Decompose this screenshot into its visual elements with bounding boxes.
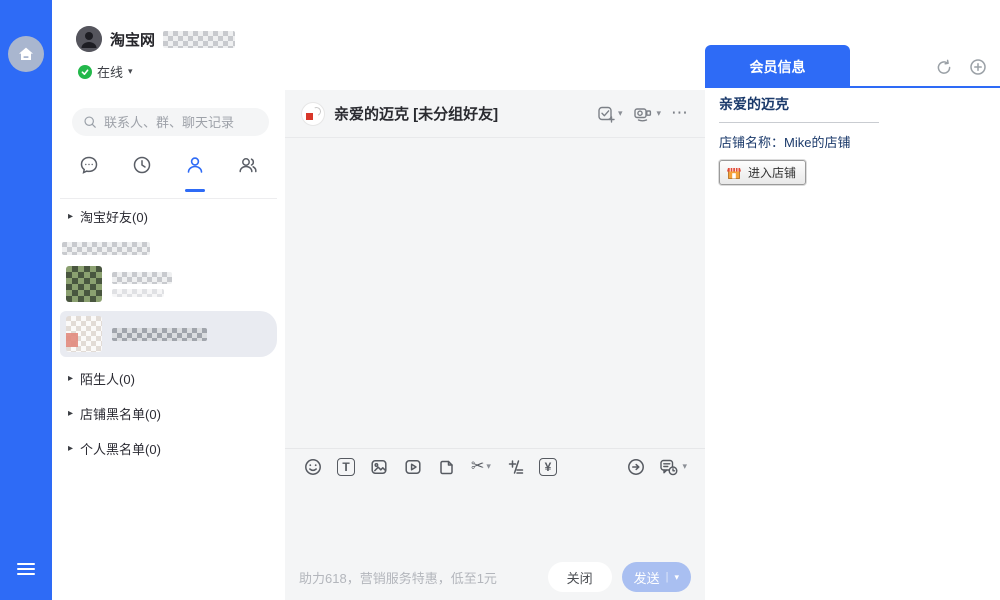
enter-shop-button[interactable]: 进入店铺 <box>719 160 806 185</box>
home-icon <box>16 44 36 64</box>
tab-accent-line <box>705 86 1000 88</box>
contact-row[interactable] <box>60 261 277 307</box>
tab-messages[interactable] <box>74 154 104 184</box>
send-label: 发送 <box>634 568 660 587</box>
chevron-down-icon: ▾ <box>656 109 661 118</box>
file-icon[interactable] <box>437 457 457 477</box>
create-task-button[interactable]: ▾ <box>596 104 623 124</box>
emoji-icon[interactable] <box>303 457 323 477</box>
chevron-down-icon: ▾ <box>682 462 687 471</box>
chevron-down-icon: ▾ <box>618 109 623 118</box>
menu-hamburger-icon[interactable] <box>17 560 35 578</box>
contact-name-censored <box>112 272 172 284</box>
triangle-right-icon: ▸ <box>68 374 73 384</box>
refresh-icon[interactable] <box>934 57 954 77</box>
send-options-caret[interactable]: ▾ <box>674 573 679 582</box>
enter-shop-label: 进入店铺 <box>748 164 796 181</box>
screenshot-scissors-icon[interactable]: ✂ ▾ <box>471 459 491 475</box>
divider <box>719 122 879 123</box>
text-format-icon[interactable]: T <box>337 458 355 476</box>
message-input[interactable] <box>285 484 705 556</box>
group-strangers[interactable]: ▸ 陌生人(0) <box>52 361 285 396</box>
add-panel-icon[interactable] <box>968 57 988 77</box>
input-toolbar: T ✂ ▾ ¥ <box>285 448 705 484</box>
chat-bubble-icon <box>78 154 100 176</box>
tab-contacts[interactable] <box>180 154 210 184</box>
triangle-right-icon: ▸ <box>68 212 73 222</box>
search-input[interactable] <box>104 115 259 130</box>
send-divider: | <box>666 571 669 583</box>
group-label: 陌生人(0) <box>80 369 135 388</box>
censored-group-row[interactable] <box>62 242 150 255</box>
group-personal-blacklist[interactable]: ▸ 个人黑名单(0) <box>52 431 285 466</box>
status-dropdown[interactable]: 在线 ▾ <box>78 62 133 81</box>
status-label: 在线 <box>97 62 123 81</box>
tab-member-info[interactable]: 会员信息 <box>705 45 850 88</box>
chevron-down-icon: ▾ <box>128 67 133 76</box>
forward-icon[interactable] <box>626 457 646 477</box>
group-label: 淘宝好友(0) <box>80 207 148 226</box>
member-info-panel: 会员信息 亲爱的迈克 店铺名称：Mike的店铺 进入店铺 <box>705 0 1000 600</box>
online-status-icon <box>78 65 92 79</box>
more-options-icon[interactable]: ⋯ <box>671 109 689 118</box>
storefront-icon <box>726 165 742 181</box>
search-icon <box>82 114 98 130</box>
contact-avatar <box>66 266 102 302</box>
triangle-right-icon: ▸ <box>68 444 73 454</box>
chat-area: 亲爱的迈克 [未分组好友] ▾ ▾ ⋯ T <box>285 90 705 600</box>
chat-peer-avatar <box>301 102 325 126</box>
contacts-tabs <box>52 154 285 184</box>
app-window: 帮助 | 皮肤 | 设置 | — ✕ 淘宝网 在线 ▾ <box>0 0 1000 600</box>
contact-row-selected[interactable] <box>60 311 277 357</box>
left-rail <box>0 0 52 600</box>
customer-name: 亲爱的迈克 <box>719 94 986 114</box>
chat-title: 亲爱的迈克 [未分组好友] <box>334 103 498 124</box>
group-label: 店铺黑名单(0) <box>80 404 161 423</box>
group-label: 个人黑名单(0) <box>80 439 161 458</box>
home-button[interactable] <box>8 36 44 72</box>
group-shop-blacklist[interactable]: ▸ 店铺黑名单(0) <box>52 396 285 431</box>
person-icon <box>184 154 206 176</box>
search-box[interactable] <box>72 108 269 136</box>
contacts-panel: ▸ 淘宝好友(0) ▸ 陌生人(0) ▸ 店铺黑名单(0) ▸ <box>52 90 285 600</box>
chat-history-icon[interactable]: ▾ <box>658 457 687 477</box>
clock-icon <box>131 154 153 176</box>
triangle-right-icon: ▸ <box>68 409 73 419</box>
chat-header: 亲爱的迈克 [未分组好友] ▾ ▾ ⋯ <box>285 90 705 138</box>
close-button[interactable]: 关闭 <box>548 562 612 592</box>
group-taobao-friends[interactable]: ▸ 淘宝好友(0) <box>52 199 285 234</box>
transaction-icon[interactable]: ¥ <box>539 458 557 476</box>
contact-avatar <box>66 316 102 352</box>
video-call-button[interactable]: ▾ <box>632 104 661 124</box>
send-button[interactable]: 发送 | ▾ <box>622 562 691 592</box>
people-icon <box>237 154 259 176</box>
quick-phrase-icon[interactable] <box>505 457 525 477</box>
tab-recent[interactable] <box>127 154 157 184</box>
account-name-censored <box>163 31 235 48</box>
chat-footer: 助力618，营销服务特惠，低至1元 关闭 发送 | ▾ <box>285 556 705 598</box>
account-name: 淘宝网 <box>110 29 155 50</box>
tab-groups[interactable] <box>233 154 263 184</box>
contact-subtext-censored <box>112 289 164 297</box>
contact-name-censored <box>112 328 207 341</box>
message-history[interactable] <box>285 138 705 448</box>
image-icon[interactable] <box>369 457 389 477</box>
video-icon[interactable] <box>403 457 423 477</box>
user-avatar[interactable] <box>76 26 102 52</box>
chevron-down-icon: ▾ <box>486 462 491 471</box>
promo-text: 助力618，营销服务特惠，低至1元 <box>299 568 497 587</box>
shop-name: 店铺名称：Mike的店铺 <box>719 132 986 151</box>
